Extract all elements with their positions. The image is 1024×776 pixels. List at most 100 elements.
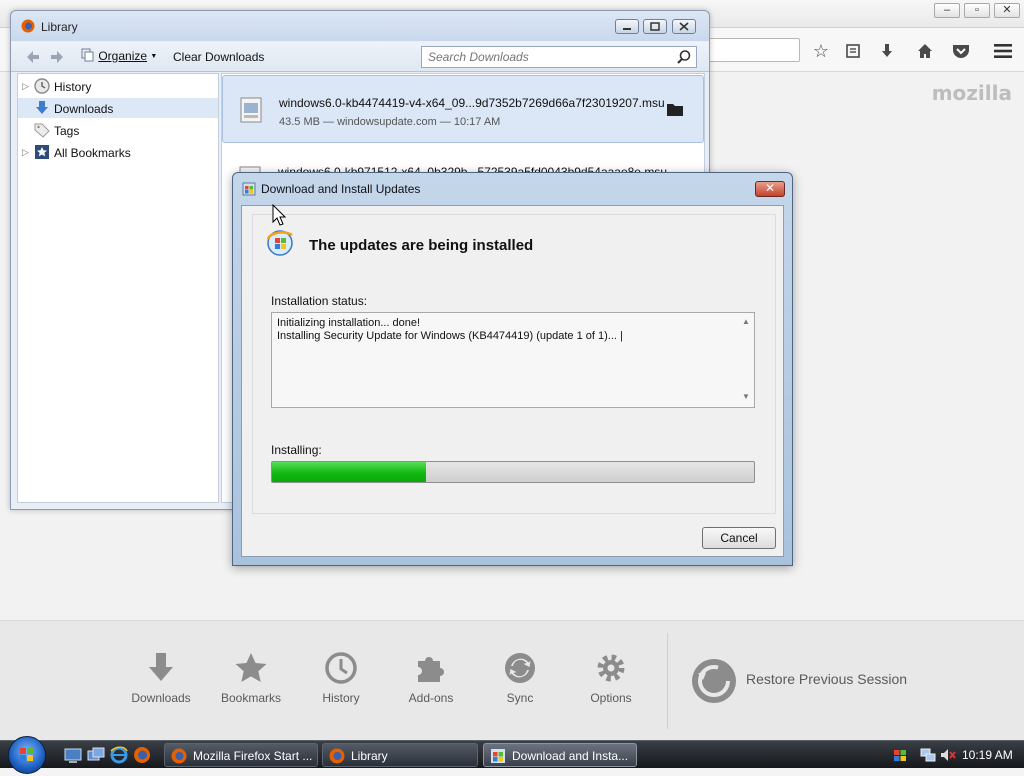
sidebar-item-tags[interactable]: Tags	[18, 120, 218, 140]
organize-button[interactable]: Organize ▼	[81, 48, 157, 66]
taskbar-item-library[interactable]: Library	[322, 743, 478, 767]
windows-update-tray-icon[interactable]	[892, 747, 908, 763]
status-scrollbar[interactable]: ▲ ▼	[738, 313, 754, 407]
launcher-label: History	[322, 691, 360, 705]
downloads-arrow-icon[interactable]	[874, 38, 900, 64]
restore-session-icon	[692, 659, 736, 703]
windows-update-globe-icon	[266, 230, 293, 256]
firefox-icon	[21, 19, 35, 33]
search-downloads-input[interactable]	[426, 48, 666, 66]
cancel-button[interactable]: Cancel	[702, 527, 776, 549]
library-minimize-button[interactable]	[615, 19, 639, 34]
windows-update-icon	[491, 749, 505, 763]
library-title: Library	[41, 20, 78, 34]
hamburger-menu-icon[interactable]	[990, 38, 1016, 64]
firefox-maximize-button[interactable]: ▫	[964, 3, 990, 18]
launcher-label: Options	[590, 691, 632, 705]
taskbar: Mozilla Firefox Start ... Library Downlo…	[0, 736, 1024, 774]
download-icon	[36, 101, 48, 114]
star-icon	[235, 653, 267, 682]
bookmark-star-icon[interactable]: ☆	[808, 38, 834, 64]
firefox-close-button[interactable]: ✕	[994, 3, 1020, 18]
system-tray: 10:19 AM	[884, 741, 1024, 769]
dialog-heading: The updates are being installed	[309, 237, 534, 254]
volume-muted-icon[interactable]	[940, 747, 956, 763]
windows-update-icon	[242, 182, 256, 196]
install-progress-bar	[271, 461, 755, 483]
msu-file-icon	[240, 97, 262, 123]
taskbar-item-label: Download and Insta...	[512, 749, 629, 763]
internet-explorer-icon[interactable]	[110, 746, 128, 764]
download-meta: 43.5 MB — windowsupdate.com — 10:17 AM	[279, 116, 501, 128]
back-arrow-icon[interactable]	[23, 47, 43, 67]
url-bar[interactable]	[700, 38, 800, 62]
organize-label: Organize	[98, 49, 148, 63]
launcher-bookmarks-button[interactable]: Bookmarks	[206, 651, 296, 715]
switch-windows-icon[interactable]	[87, 746, 105, 764]
sidebar-item-all-bookmarks[interactable]: ▷ All Bookmarks	[18, 142, 218, 162]
start-button[interactable]	[8, 736, 46, 774]
clock-icon	[325, 652, 357, 684]
folder-icon[interactable]	[667, 102, 683, 116]
installation-status-log[interactable]: Initializing installation... done! Insta…	[271, 312, 755, 408]
dialog-close-button[interactable]: ✕	[755, 181, 785, 197]
tag-icon	[34, 123, 50, 138]
scroll-down-icon[interactable]: ▼	[742, 393, 750, 401]
library-maximize-button[interactable]	[643, 19, 667, 34]
dialog-panel: The updates are being installed Installa…	[252, 214, 776, 514]
library-close-button[interactable]	[672, 19, 696, 34]
taskbar-item-label: Mozilla Firefox Start ...	[193, 749, 313, 763]
sidebar-item-history[interactable]: ▷ History	[18, 76, 218, 96]
sidebar-item-downloads[interactable]: Downloads	[18, 98, 218, 118]
expand-arrow-icon[interactable]: ▷	[22, 80, 30, 92]
clear-downloads-button[interactable]: Clear Downloads	[173, 50, 264, 64]
dialog-title: Download and Install Updates	[261, 182, 421, 196]
puzzle-icon	[418, 657, 444, 682]
firefox-icon	[329, 748, 345, 764]
search-downloads-field[interactable]	[421, 46, 697, 68]
install-updates-dialog: Download and Install Updates ✕ The updat…	[232, 172, 793, 566]
sidebar-item-label: Tags	[54, 124, 80, 138]
launcher-label: Sync	[506, 691, 534, 705]
launcher-history-button[interactable]: History	[296, 651, 386, 715]
pocket-icon[interactable]	[948, 38, 974, 64]
mouse-cursor-icon	[272, 204, 286, 226]
installing-label: Installing:	[271, 443, 322, 457]
bookmarks-menu-icon[interactable]	[840, 38, 866, 64]
firefox-minimize-button[interactable]: –	[934, 3, 960, 18]
download-item[interactable]: windows6.0-kb4474419-v4-x64_09...9d7352b…	[222, 75, 704, 143]
library-toolbar: Organize ▼ Clear Downloads	[11, 42, 709, 72]
sidebar-item-label: History	[54, 80, 92, 94]
scroll-up-icon[interactable]: ▲	[742, 318, 750, 326]
taskbar-clock[interactable]: 10:19 AM	[962, 748, 1013, 762]
launcher-separator	[667, 633, 668, 729]
library-sidebar: ▷ History Downloads Tags ▷ All Bookmarks	[17, 73, 219, 503]
network-icon[interactable]	[920, 747, 936, 763]
library-titlebar[interactable]: Library	[11, 11, 709, 41]
launcher-label: Downloads	[131, 691, 191, 705]
search-icon[interactable]	[676, 49, 692, 65]
launcher-options-button[interactable]: Options	[566, 651, 656, 715]
launcher-downloads-button[interactable]: Downloads	[116, 651, 206, 715]
sidebar-item-label: All Bookmarks	[54, 146, 131, 160]
home-icon[interactable]	[912, 38, 938, 64]
organize-icon	[81, 48, 94, 62]
launcher-label: Add-ons	[408, 691, 454, 705]
installation-status-label: Installation status:	[271, 294, 368, 308]
taskbar-item-install-updates[interactable]: Download and Insta...	[483, 743, 637, 767]
launcher-addons-button[interactable]: Add-ons	[386, 651, 476, 715]
taskbar-item-label: Library	[351, 749, 388, 763]
gear-icon	[597, 654, 625, 682]
launcher-sync-button[interactable]: Sync	[475, 651, 565, 715]
dialog-body: The updates are being installed Installa…	[241, 205, 784, 557]
forward-arrow-icon[interactable]	[47, 47, 67, 67]
restore-session-label: Restore Previous Session	[746, 671, 908, 687]
firefox-quicklaunch-icon[interactable]	[133, 746, 151, 764]
firefox-icon	[171, 748, 187, 764]
expand-arrow-icon[interactable]: ▷	[22, 146, 30, 158]
bookmarks-icon	[35, 145, 49, 159]
show-desktop-icon[interactable]	[64, 746, 82, 764]
launcher-label: Bookmarks	[220, 691, 282, 705]
taskbar-item-firefox[interactable]: Mozilla Firefox Start ...	[164, 743, 318, 767]
install-progress-fill	[272, 462, 427, 482]
